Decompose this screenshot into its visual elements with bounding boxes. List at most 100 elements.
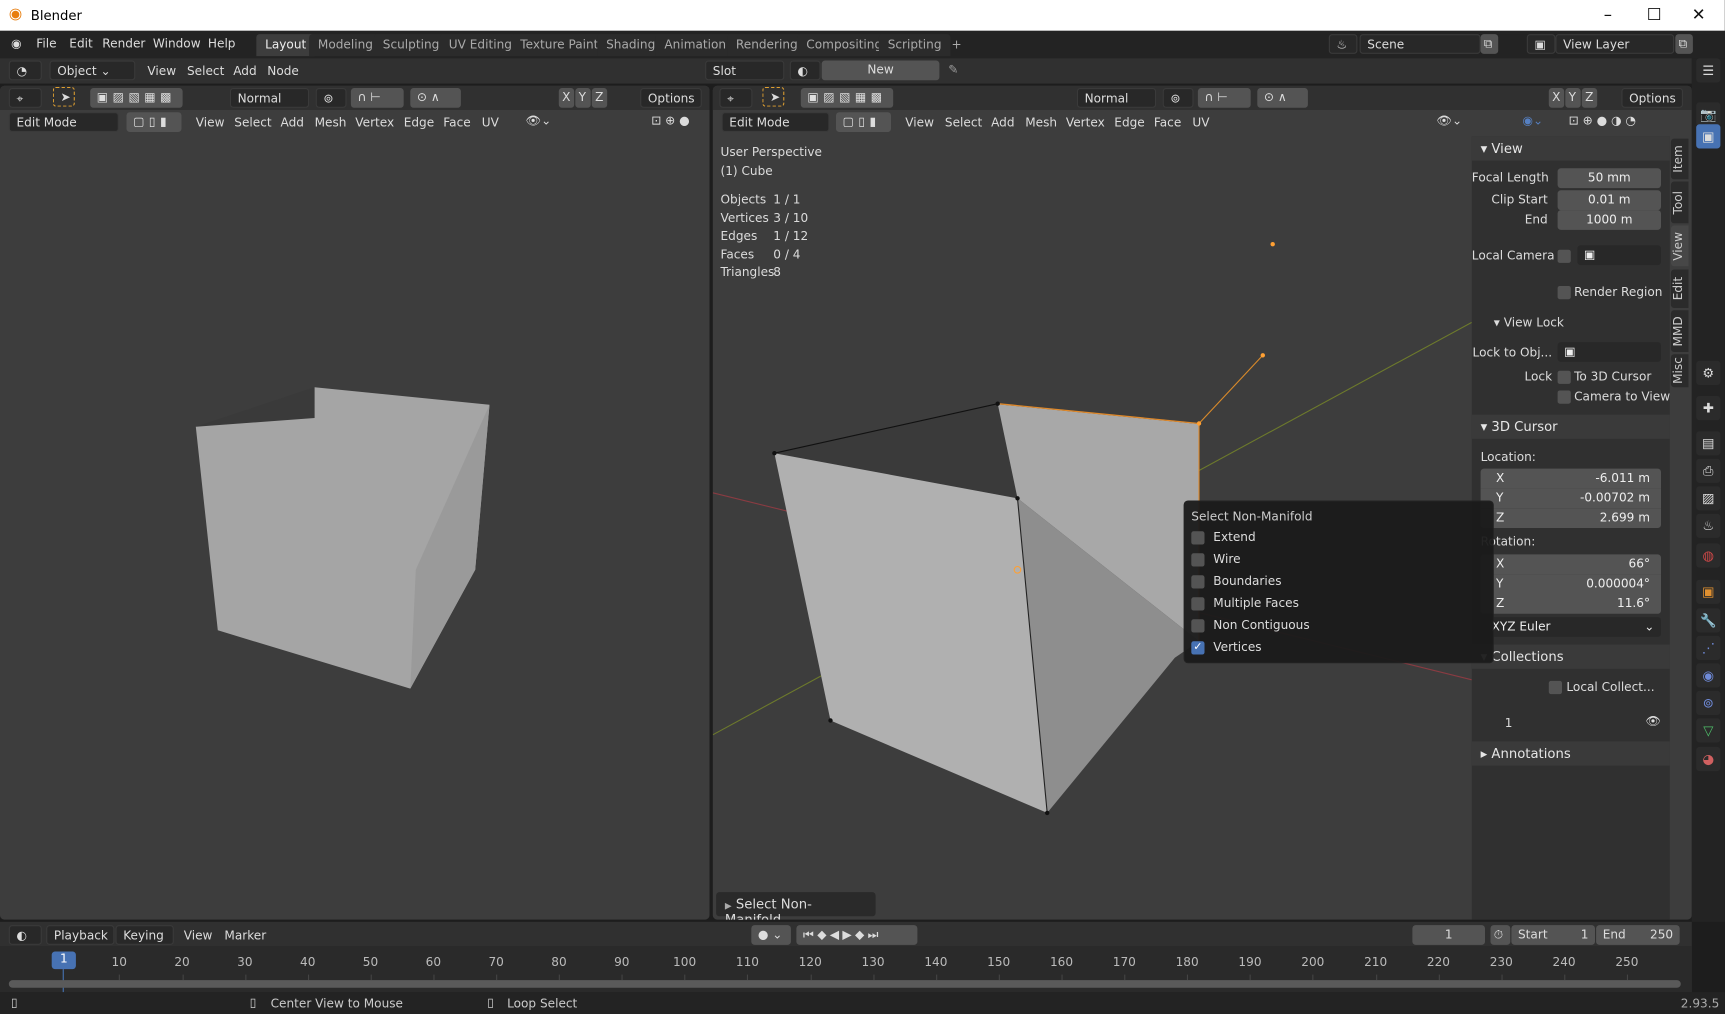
tab-sculpting[interactable]: Sculpting xyxy=(374,34,449,57)
scene-icon[interactable]: ♨ xyxy=(1328,34,1358,54)
focal-length-field[interactable]: 50 mm xyxy=(1557,168,1661,189)
mirror-z-toggle[interactable]: Z xyxy=(1581,88,1598,108)
horizontal-scrollbar[interactable] xyxy=(8,980,1681,988)
editor-type-icon[interactable]: ◔ xyxy=(8,60,42,81)
object-properties-icon[interactable]: ▣ xyxy=(1696,579,1721,604)
sidebar-tab-edit[interactable]: Edit xyxy=(1670,269,1689,308)
scene-properties-icon[interactable]: ♨ xyxy=(1696,513,1721,538)
timeline-ruler[interactable]: 10 20 30 40 50 60 70 80 90 100 110 120 130 140 150 160 1… xyxy=(0,946,1692,993)
lock-object-field[interactable]: ▣ xyxy=(1557,342,1661,362)
sidebar-tab-view[interactable]: View xyxy=(1670,225,1689,267)
tab-uv-editing[interactable]: UV Editing xyxy=(440,34,521,57)
lock-to-3d-cursor-checkbox[interactable] xyxy=(1557,370,1571,384)
rotation-mode-dropdown[interactable]: XYZ Euler ⌄ xyxy=(1480,617,1661,637)
keying-menu[interactable]: Keying xyxy=(115,925,174,945)
menu-file[interactable]: File xyxy=(36,36,56,50)
particles-icon[interactable]: ⋰ xyxy=(1696,635,1721,660)
new-scene-icon[interactable]: ⧉ xyxy=(1480,34,1499,54)
menu-marker[interactable]: Marker xyxy=(224,928,266,942)
render-properties-icon[interactable]: ▤ xyxy=(1696,431,1721,456)
checkbox[interactable] xyxy=(1191,619,1205,633)
overlays-icon[interactable]: ◉⌄ xyxy=(1522,113,1543,127)
checkbox[interactable] xyxy=(1191,575,1205,589)
checkbox[interactable] xyxy=(1191,597,1205,611)
tab-animation[interactable]: Animation xyxy=(655,34,735,57)
annotations-section-header[interactable]: ▸ Annotations xyxy=(1471,741,1670,766)
left-3d-viewport[interactable]: ⌖ ➤ ▣▨▧▦▩ Normal ⊚ ∩ ⊢ ⊙ ∧ X Y Z Options… xyxy=(0,85,710,920)
sidebar-tab-tool[interactable]: Tool xyxy=(1670,181,1689,224)
physics-icon[interactable]: ◉ xyxy=(1696,663,1721,688)
blender-menu-icon[interactable]: ◉ xyxy=(11,36,22,50)
local-collections-checkbox[interactable] xyxy=(1548,680,1562,695)
render-icon[interactable]: 📷 xyxy=(1696,102,1721,127)
collection-item[interactable]: 1 xyxy=(1505,716,1513,730)
scene-name-field[interactable]: Scene xyxy=(1359,34,1481,54)
camera-to-view-checkbox[interactable] xyxy=(1557,390,1571,404)
pin-icon[interactable]: ✎ xyxy=(948,63,958,77)
new-view-layer-icon[interactable]: ⧉ xyxy=(1675,34,1693,54)
menu-window[interactable]: Window xyxy=(153,36,201,50)
view-lock-header[interactable]: ▾ View Lock xyxy=(1494,316,1564,330)
add-workspace-button[interactable]: + xyxy=(943,34,971,56)
end-frame-field[interactable]: End 250 xyxy=(1596,925,1680,945)
clip-start-field[interactable]: 0.01 m xyxy=(1557,190,1661,211)
checkbox[interactable]: ✓ xyxy=(1191,641,1205,655)
menu-edit[interactable]: Edit xyxy=(69,36,92,50)
3d-cursor-section-header[interactable]: ▾ 3D Cursor xyxy=(1471,414,1670,439)
minimize-button[interactable]: – xyxy=(1604,4,1612,24)
menu-render[interactable]: Render xyxy=(102,36,145,50)
close-button[interactable]: ✕ xyxy=(1692,4,1706,24)
tab-rendering[interactable]: Rendering xyxy=(727,34,807,57)
tab-compositing[interactable]: Compositing xyxy=(797,34,891,57)
object-mode-dropdown[interactable]: Object ⌄ xyxy=(49,60,136,81)
playback-controls[interactable]: ⏮◆◀▶◆⏭ xyxy=(796,925,918,945)
outliner-icon[interactable]: ☰ xyxy=(1696,58,1721,83)
playhead[interactable]: 1 xyxy=(51,951,76,970)
eye-icon[interactable]: 👁 xyxy=(1646,714,1661,728)
options-dropdown[interactable]: Options xyxy=(1621,88,1683,108)
checkbox[interactable] xyxy=(1191,531,1205,545)
view-layer-icon[interactable]: ▣ xyxy=(1526,34,1556,54)
tab-shading[interactable]: Shading xyxy=(597,34,665,57)
clip-end-field[interactable]: 1000 m xyxy=(1557,210,1661,230)
tab-texture-paint[interactable]: Texture Paint xyxy=(511,34,608,57)
local-camera-checkbox[interactable] xyxy=(1557,249,1571,263)
mirror-x-toggle[interactable]: X xyxy=(1548,88,1565,108)
checkbox[interactable] xyxy=(1191,553,1205,567)
tab-layout[interactable]: Layout xyxy=(256,34,316,57)
sidebar-tab-item[interactable]: Item xyxy=(1670,138,1689,180)
object-data-icon[interactable]: ▽ xyxy=(1696,718,1721,743)
output-icon[interactable]: ⎙ xyxy=(1696,458,1721,483)
menu-node[interactable]: Node xyxy=(267,64,299,78)
cursor-rot-z-field[interactable]: Z 11.6° xyxy=(1480,594,1661,614)
material-icon[interactable]: ◐ xyxy=(789,60,821,81)
sidebar-tab-mmd[interactable]: MMD xyxy=(1670,310,1689,352)
new-material-button[interactable]: New xyxy=(821,60,940,81)
constraints-icon[interactable]: ⊚ xyxy=(1696,690,1721,715)
render-region-checkbox[interactable] xyxy=(1557,286,1571,300)
view-layer-properties-icon[interactable]: ▨ xyxy=(1696,486,1721,511)
tab-modeling[interactable]: Modeling xyxy=(309,34,382,57)
cursor-loc-x-field[interactable]: X -6.011 m xyxy=(1480,468,1661,489)
stopwatch-icon[interactable]: ⏱ xyxy=(1490,925,1511,945)
menu-add[interactable]: Add xyxy=(233,64,256,78)
modifier-icon[interactable]: 🔧 xyxy=(1696,608,1721,633)
menu-view[interactable]: View xyxy=(147,64,176,78)
cursor-rot-y-field[interactable]: Y 0.000004° xyxy=(1480,574,1661,594)
world-icon[interactable]: ◍ xyxy=(1696,543,1721,568)
collections-section-header[interactable]: ▾ Collections xyxy=(1471,644,1670,669)
editor-type-icon[interactable]: ◐ xyxy=(8,925,42,945)
sidebar-tab-misc[interactable]: Misc xyxy=(1670,354,1689,388)
menu-select[interactable]: Select xyxy=(187,64,224,78)
auto-keying-toggle[interactable]: ● ⌄ xyxy=(751,925,791,945)
tab-scripting[interactable]: Scripting xyxy=(878,34,951,57)
tool-settings-icon[interactable]: ⚙ xyxy=(1696,360,1721,385)
shading-mode-icons[interactable]: ⊡ ⊕ ● ◑ ◔ xyxy=(1569,113,1636,127)
cursor-rot-x-field[interactable]: X 66° xyxy=(1480,554,1661,575)
slot-dropdown[interactable]: Slot xyxy=(705,60,785,81)
tool-icon[interactable]: ✚ xyxy=(1696,396,1721,421)
view-layer-field[interactable]: View Layer xyxy=(1555,34,1675,54)
cursor-loc-y-field[interactable]: Y -0.00702 m xyxy=(1480,488,1661,509)
playback-menu[interactable]: Playback xyxy=(46,925,115,945)
menu-help[interactable]: Help xyxy=(208,36,236,50)
